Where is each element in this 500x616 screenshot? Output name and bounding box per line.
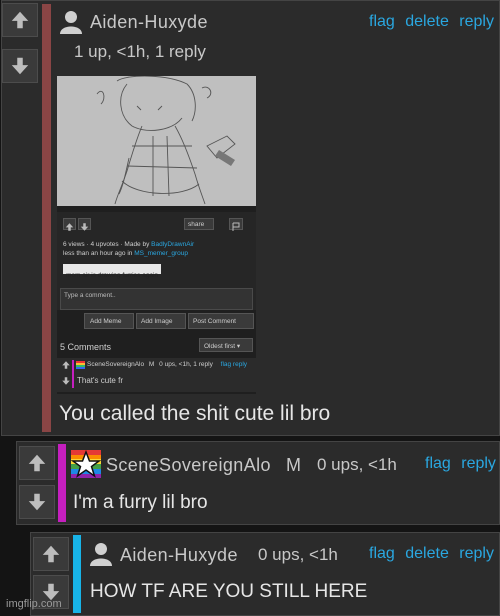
sketch-drawing (57, 76, 256, 206)
flag-link[interactable]: flag (369, 545, 395, 562)
embedded-sub-header: SceneSovereignAlo M 0 ups, <1h, 1 reply … (87, 361, 247, 368)
stream-link[interactable]: MS_memer_group (134, 250, 188, 257)
rainbow-star-avatar-icon[interactable] (71, 450, 101, 478)
arrow-down-icon[interactable] (61, 376, 71, 386)
embedded-upvote-button[interactable] (63, 218, 76, 231)
comment-username[interactable]: Aiden-Huxyde (90, 12, 208, 33)
comment-stripe (73, 535, 81, 613)
comments-count: 5 Comments (60, 342, 112, 352)
delete-link[interactable]: delete (405, 545, 449, 562)
embedded-time: less than an hour ago in MS_memer_group (63, 250, 188, 257)
reply-link[interactable]: reply (459, 13, 494, 30)
post-comment-button[interactable]: Post Comment (188, 313, 254, 329)
comment-input[interactable]: Type a comment.. (60, 288, 253, 310)
user-avatar-icon[interactable] (60, 10, 82, 34)
sort-label: Oldest first ▾ (204, 343, 241, 350)
embedded-sub-actions[interactable]: flag reply (221, 361, 247, 368)
rainbow-star-avatar-icon (76, 361, 85, 369)
embedded-sub-badge: M (148, 361, 155, 368)
downvote-button[interactable] (19, 485, 55, 519)
arrow-down-icon (11, 57, 29, 75)
title-tag[interactable]: mom air is drawing furries again (63, 264, 162, 279)
arrow-up-icon (42, 545, 60, 563)
flag-link[interactable]: flag (425, 455, 451, 472)
comment-meta: 0 ups, <1h (317, 455, 397, 474)
embedded-sub-meta: 0 ups, <1h, 1 reply (159, 361, 213, 368)
comment-text: You called the shit cute lil bro (59, 402, 331, 425)
reply-link[interactable]: reply (459, 545, 494, 562)
time-text: less than an hour ago in (63, 250, 133, 257)
arrow-up-icon (28, 454, 46, 472)
add-image-button[interactable]: Add Image (136, 313, 186, 329)
author-link[interactable]: BadlyDrawnAir (151, 241, 194, 248)
add-meme-label: Add Meme (90, 318, 122, 325)
role-badge: M (286, 455, 301, 475)
watermark: imgflip.com (6, 598, 62, 610)
comment-text: HOW TF ARE YOU STILL HERE (90, 581, 368, 602)
user-avatar-icon[interactable] (90, 542, 112, 566)
embedded-sub-user[interactable]: SceneSovereignAlo (87, 361, 144, 368)
embedded-flag-button[interactable] (229, 218, 243, 231)
arrow-down-icon (80, 223, 89, 231)
comment-stripe (58, 444, 66, 522)
comment-actions: flag delete reply (369, 545, 494, 563)
embedded-screenshot-image[interactable]: share 6 views · 4 upvotes · Made by Badl… (57, 76, 256, 394)
flag-icon (232, 222, 240, 231)
comment-username[interactable]: Aiden-Huxyde (120, 545, 238, 566)
comment-placeholder: Type a comment.. (64, 292, 116, 299)
embedded-stats: 6 views · 4 upvotes · Made by BadlyDrawn… (63, 241, 194, 248)
embedded-sub-text: That's cute fr (77, 376, 123, 385)
post-comment-label: Post Comment (193, 318, 236, 325)
arrow-down-icon (28, 493, 46, 511)
embedded-downvote-button[interactable] (78, 218, 91, 231)
arrow-up-icon (65, 223, 74, 231)
reply-link[interactable]: reply (461, 455, 496, 472)
add-meme-button[interactable]: Add Meme (84, 313, 134, 329)
sort-select[interactable]: Oldest first ▾ (199, 338, 253, 352)
comment-stripe (42, 4, 51, 432)
delete-link[interactable]: delete (405, 13, 449, 30)
upvote-button[interactable] (33, 537, 69, 571)
arrow-up-icon (11, 11, 29, 29)
share-label: share (188, 221, 205, 228)
upvote-button[interactable] (19, 446, 55, 480)
upvote-button[interactable] (2, 3, 38, 37)
downvote-button[interactable] (2, 49, 38, 83)
embedded-share-button[interactable]: share (184, 218, 214, 230)
sort-value: Oldest first (204, 343, 236, 350)
comment-actions: flag reply (425, 455, 496, 473)
comment-username[interactable]: SceneSovereignAlo (106, 455, 271, 476)
flag-link[interactable]: flag (369, 13, 395, 30)
add-image-label: Add Image (141, 318, 173, 325)
comment-actions: flag delete reply (369, 13, 494, 31)
comment-meta: 1 up, <1h, 1 reply (74, 42, 206, 61)
comment-meta: 0 ups, <1h (258, 545, 338, 564)
embedded-stripe (72, 360, 74, 388)
title-tag-label: mom air is drawing furries again (66, 272, 159, 279)
stats-text: 6 views · 4 upvotes · Made by (63, 241, 150, 248)
arrow-up-icon[interactable] (61, 360, 71, 370)
comment-text: I'm a furry lil bro (73, 492, 208, 513)
